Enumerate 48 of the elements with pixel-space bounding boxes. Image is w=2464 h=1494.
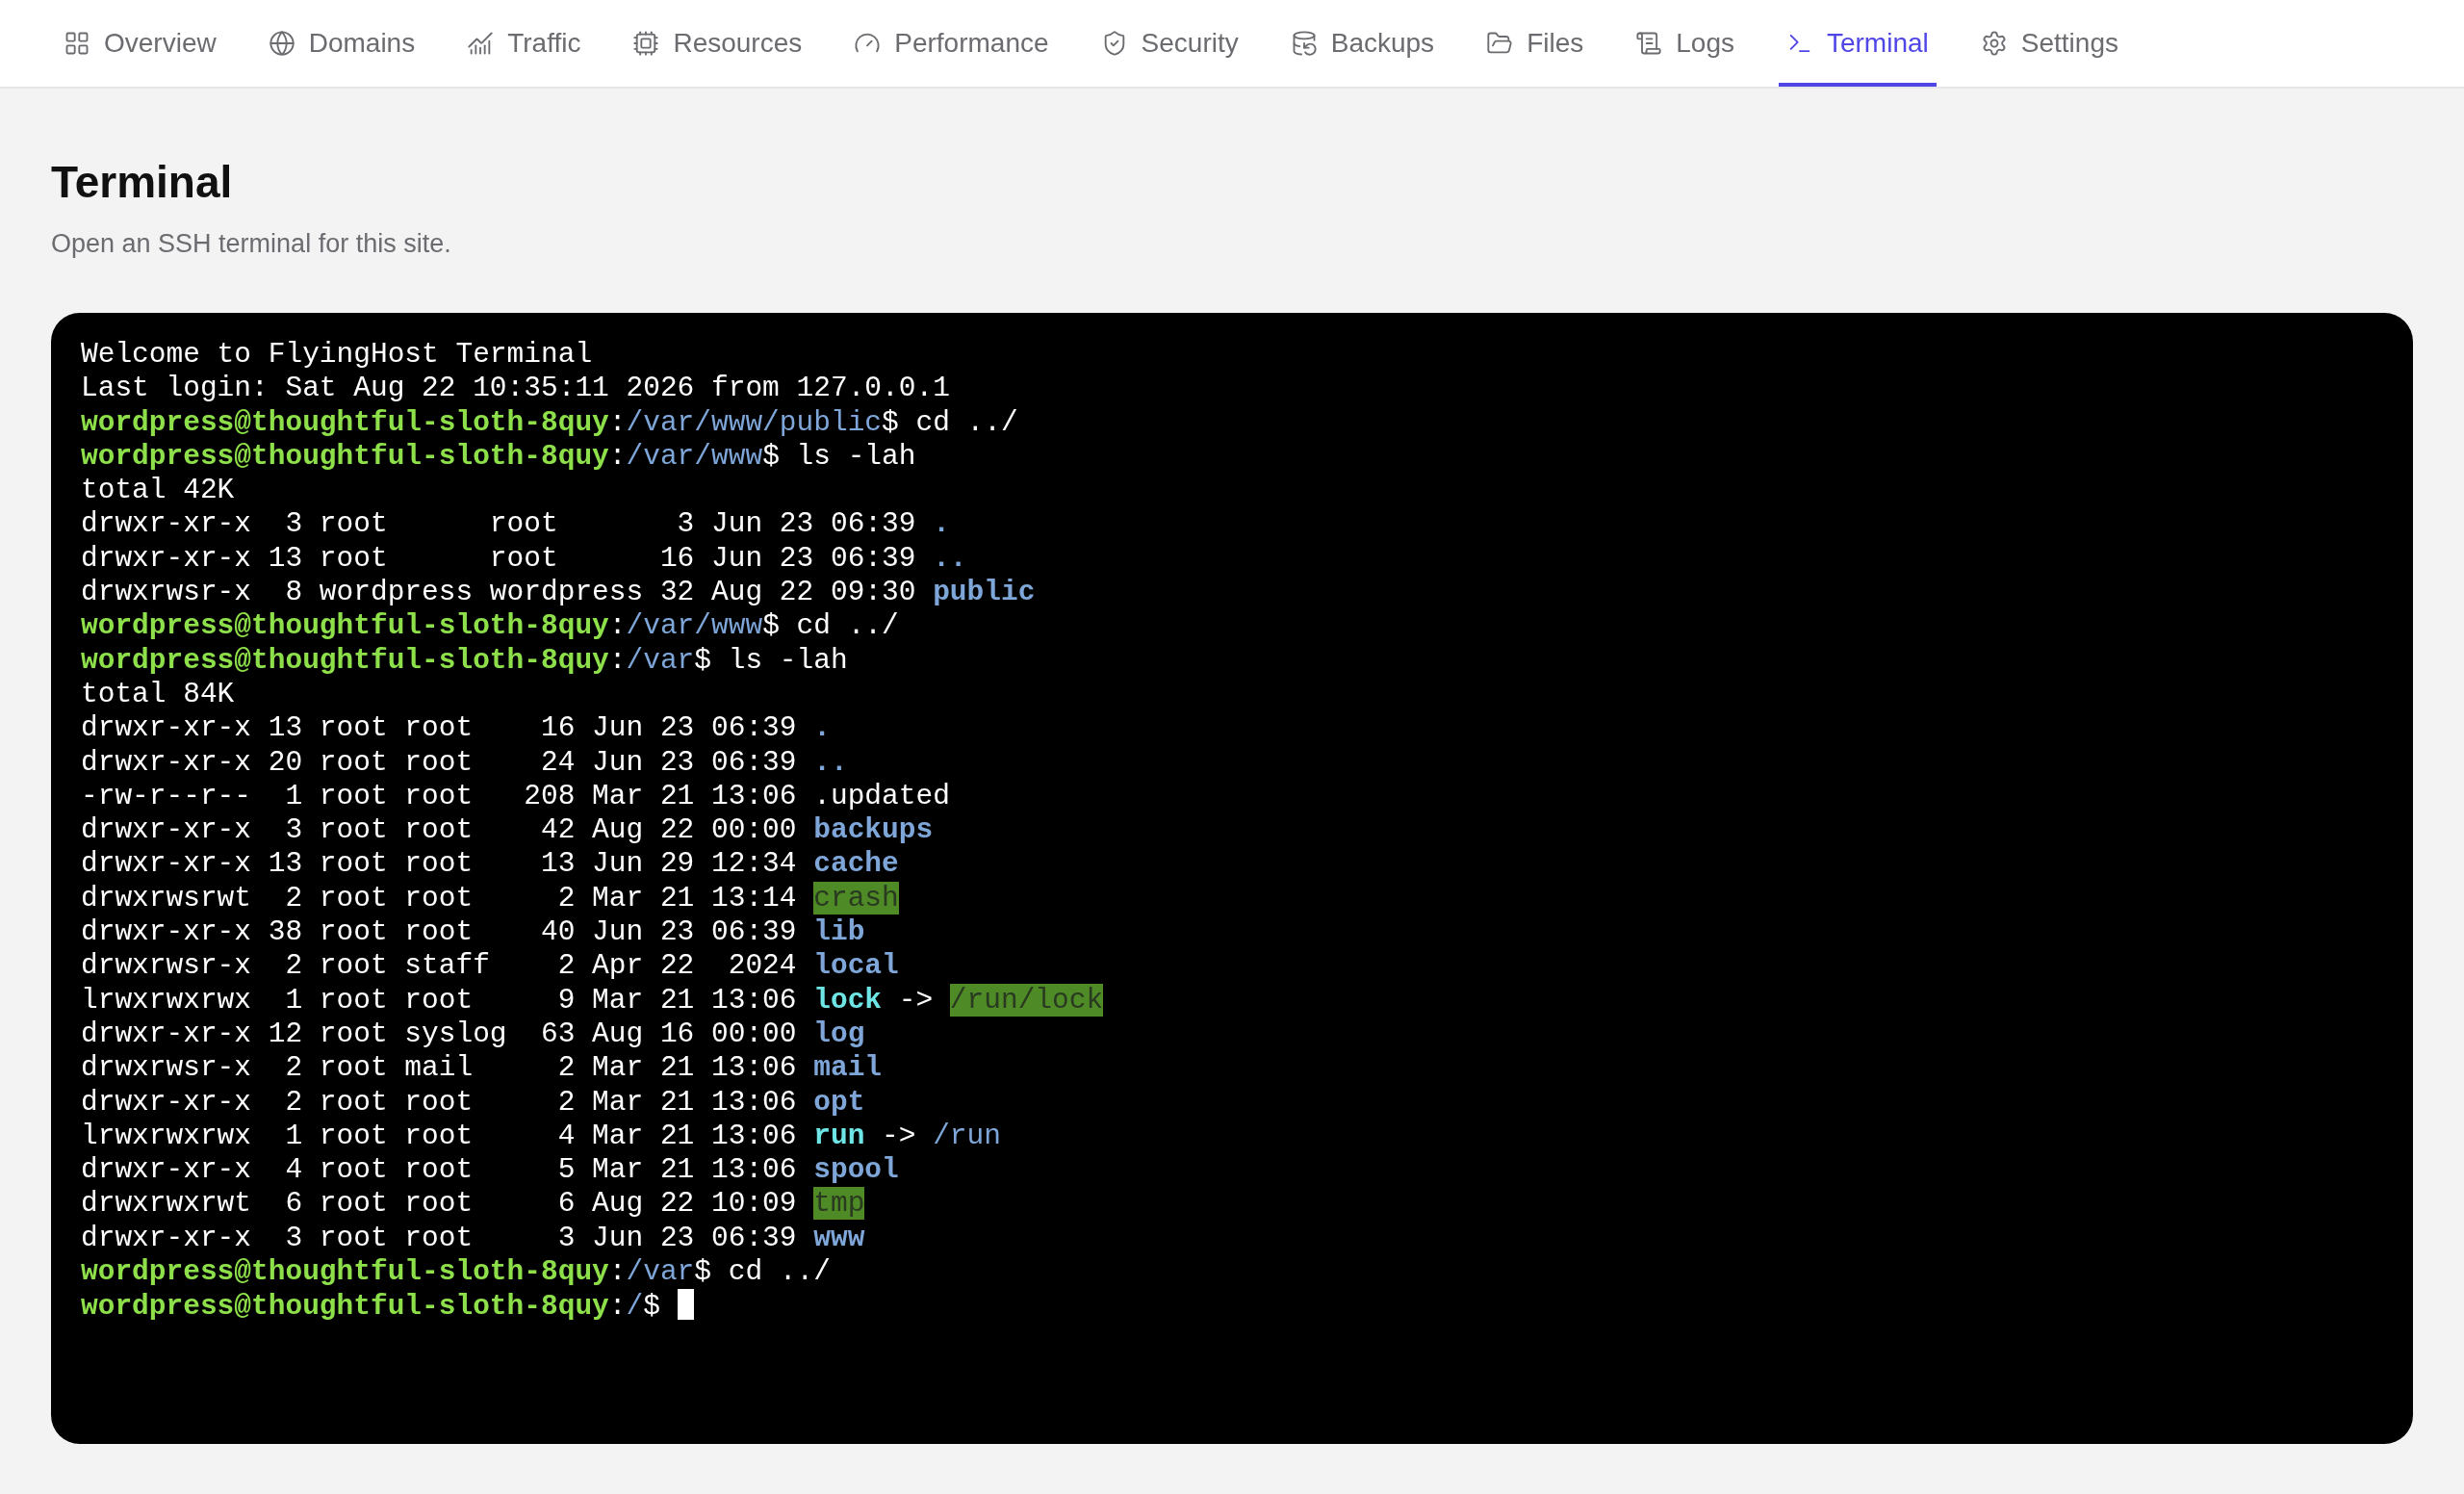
terminal-line: total 84K bbox=[81, 677, 235, 712]
page-title: Terminal bbox=[51, 156, 234, 208]
terminal-line: drwxr-xr-x 3 root root 3 Jun 23 06:39 . bbox=[81, 507, 950, 542]
terminal-line: -rw-r--r-- 1 root root 208 Mar 21 13:06 .updated bbox=[81, 779, 950, 814]
terminal-line: total 42K bbox=[81, 474, 235, 508]
terminal-line: Last login: Sat Aug 22 10:35:11 2026 from 127.0.0.1 bbox=[81, 372, 950, 406]
nav-tab[interactable]: Files bbox=[1478, 0, 1592, 87]
page-subtitle: Open an SSH terminal for this site. bbox=[51, 229, 452, 259]
nav-tab[interactable]: Traffic bbox=[459, 0, 589, 87]
nav-tab[interactable]: Overview bbox=[56, 0, 224, 87]
grid-icon bbox=[64, 30, 90, 57]
terminal-line: drwxrwsr-x 2 root staff 2 Apr 22 2024 local bbox=[81, 949, 899, 984]
terminal-line: lrwxrwxrwx 1 root root 9 Mar 21 13:06 lock -> /run/lock bbox=[81, 983, 1104, 1017]
terminal-line: drwxr-xr-x 13 root root 16 Jun 23 06:39 . bbox=[81, 711, 831, 746]
terminal-line: wordpress@thoughtful-sloth-8quy:/var$ cd ../ bbox=[81, 1255, 831, 1290]
chip-icon bbox=[632, 30, 660, 57]
terminal-line: drwxr-xr-x 4 root root 5 Mar 21 13:06 spool bbox=[81, 1153, 899, 1188]
nav-tab[interactable]: Performance bbox=[846, 0, 1057, 87]
nav-tab[interactable]: Domains bbox=[260, 0, 424, 87]
terminal-line: drwxrwsrwt 2 root root 2 Mar 21 13:14 crash bbox=[81, 881, 899, 916]
nav-tab[interactable]: Terminal bbox=[1778, 0, 1937, 87]
terminal-line: lrwxrwxrwx 1 root root 4 Mar 21 13:06 run -> /run bbox=[81, 1119, 1001, 1154]
terminal-line: wordpress@thoughtful-sloth-8quy:/var$ ls -lah bbox=[81, 643, 848, 678]
terminal-line: drwxr-xr-x 13 root root 16 Jun 23 06:39 .. bbox=[81, 541, 967, 577]
terminal-panel[interactable] bbox=[51, 313, 2413, 1444]
scroll-icon bbox=[1635, 30, 1663, 57]
nav-tab[interactable]: Resources bbox=[625, 0, 810, 87]
terminal-line: Welcome to FlyingHost Terminal bbox=[81, 338, 593, 373]
nav-tab[interactable]: Logs bbox=[1628, 0, 1742, 87]
terminal-line: drwxr-xr-x 3 root root 42 Aug 22 00:00 backups bbox=[81, 813, 934, 848]
terminal-line: drwxr-xr-x 12 root syslog 63 Aug 16 00:00 log bbox=[81, 1017, 865, 1052]
terminal-line: wordpress@thoughtful-sloth-8quy:/var/www$ ls -lah bbox=[81, 439, 916, 475]
nav-tab[interactable]: Backups bbox=[1282, 0, 1443, 87]
terminal-line: drwxrwxrwt 6 root root 6 Aug 22 10:09 tmp bbox=[81, 1187, 865, 1222]
globe-icon bbox=[268, 30, 295, 57]
terminal-line: drwxr-xr-x 2 root root 2 Mar 21 13:06 opt bbox=[81, 1085, 865, 1120]
chart-icon bbox=[467, 30, 495, 57]
terminal-line: drwxr-xr-x 38 root root 40 Jun 23 06:39 lib bbox=[81, 915, 865, 950]
nav-tab[interactable]: Security bbox=[1092, 0, 1246, 87]
terminal-line: wordpress@thoughtful-sloth-8quy:/$ bbox=[81, 1289, 694, 1325]
terminal-line: drwxr-xr-x 3 root root 3 Jun 23 06:39 www bbox=[81, 1221, 865, 1255]
nav-tab[interactable]: Settings bbox=[1972, 0, 2126, 87]
terminal-line: wordpress@thoughtful-sloth-8quy:/var/www$ cd ../ bbox=[81, 609, 899, 644]
terminal-line: drwxrwsr-x 2 root mail 2 Mar 21 13:06 mail bbox=[81, 1051, 883, 1086]
terminal-line: drwxrwsr-x 8 wordpress wordpress 32 Aug 22 09:30 public bbox=[81, 576, 1036, 610]
terminal-line: wordpress@thoughtful-sloth-8quy:/var/www/public$ cd ../ bbox=[81, 405, 1018, 440]
terminal-line: drwxr-xr-x 20 root root 24 Jun 23 06:39 .. bbox=[81, 745, 848, 780]
terminal-line: drwxr-xr-x 13 root root 13 Jun 29 12:34 cache bbox=[81, 847, 899, 882]
